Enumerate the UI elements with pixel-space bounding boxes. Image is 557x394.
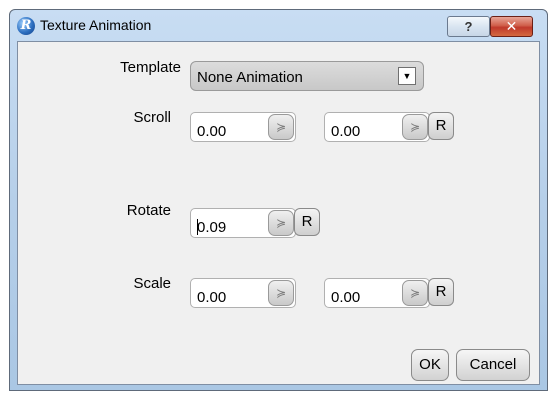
help-button[interactable]: ? xyxy=(447,16,490,37)
app-logo-icon: R xyxy=(17,17,35,35)
cancel-button[interactable]: Cancel xyxy=(456,349,530,381)
scroll-y-input[interactable]: 0.00 ≽ xyxy=(324,112,430,142)
scroll-x-value: 0.00 xyxy=(197,123,227,140)
title-bar[interactable]: R Texture Animation ? ✕ xyxy=(10,10,547,41)
dialog-body: Template None Animation ▼ Scroll 0.00 ≽ … xyxy=(17,41,540,385)
help-icon: ? xyxy=(464,19,473,34)
scale-y-value: 0.00 xyxy=(331,289,361,306)
scale-x-value: 0.00 xyxy=(197,289,227,306)
scroll-y-value: 0.00 xyxy=(331,123,361,140)
spin-chevron-icon[interactable]: ≽ xyxy=(402,280,428,306)
scale-label: Scale xyxy=(133,275,171,292)
scale-x-input[interactable]: 0.00 ≽ xyxy=(190,278,296,308)
spin-chevron-icon[interactable]: ≽ xyxy=(268,210,294,236)
close-icon: ✕ xyxy=(505,18,518,34)
close-button[interactable]: ✕ xyxy=(490,16,533,37)
rotate-value: 0.09 xyxy=(197,219,227,236)
rotate-input[interactable]: 0.09 ≽ xyxy=(190,208,296,238)
spin-chevron-icon[interactable]: ≽ xyxy=(402,114,428,140)
dropdown-arrow-icon: ▼ xyxy=(398,67,416,85)
window-title: Texture Animation xyxy=(40,17,152,33)
scale-reset-button[interactable]: R xyxy=(428,278,454,306)
spin-chevron-icon[interactable]: ≽ xyxy=(268,114,294,140)
rotate-reset-button[interactable]: R xyxy=(294,208,320,236)
template-selected-value: None Animation xyxy=(197,69,303,86)
scroll-reset-button[interactable]: R xyxy=(428,112,454,140)
ok-button[interactable]: OK xyxy=(411,349,449,381)
scroll-label: Scroll xyxy=(133,109,171,126)
template-dropdown[interactable]: None Animation ▼ xyxy=(190,61,424,91)
template-label: Template xyxy=(120,59,181,76)
dialog-window: R Texture Animation ? ✕ Template None An… xyxy=(9,9,548,391)
rotate-label: Rotate xyxy=(126,202,171,219)
scroll-x-input[interactable]: 0.00 ≽ xyxy=(190,112,296,142)
scale-y-input[interactable]: 0.00 ≽ xyxy=(324,278,430,308)
spin-chevron-icon[interactable]: ≽ xyxy=(268,280,294,306)
